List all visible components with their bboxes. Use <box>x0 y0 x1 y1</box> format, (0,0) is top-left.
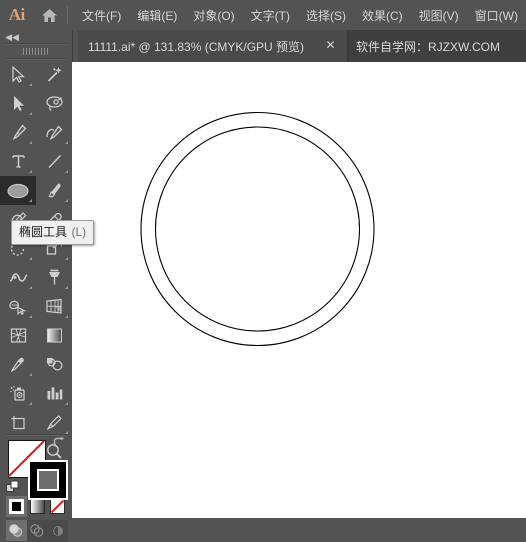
stroke-swatch-inner <box>37 469 59 491</box>
eyedropper-tool[interactable] <box>0 350 36 379</box>
fill-stroke-controls <box>0 434 72 500</box>
flyout-arrow-icon <box>29 83 32 86</box>
flyout-arrow-icon <box>65 286 68 289</box>
ellipse-tool[interactable] <box>0 176 36 205</box>
selection-tool[interactable] <box>0 60 36 89</box>
draw-mode-buttons <box>6 520 68 542</box>
free-transform-tool[interactable] <box>36 263 72 292</box>
lasso-tool[interactable] <box>36 89 72 118</box>
draw-mode-behind[interactable] <box>27 520 48 541</box>
flyout-arrow-icon <box>29 373 32 376</box>
gradient-tool[interactable] <box>36 321 72 350</box>
tool-list <box>0 60 72 466</box>
swap-fill-stroke-icon[interactable] <box>52 436 66 450</box>
paintbrush-tool[interactable] <box>36 176 72 205</box>
flyout-arrow-icon <box>29 286 32 289</box>
tool-panel-drag-handle[interactable] <box>0 44 72 58</box>
column-graph-tool[interactable] <box>36 379 72 408</box>
flyout-arrow-icon <box>29 141 32 144</box>
tool-panel: ◀◀ 椭圆工具 (L) <box>0 30 95 542</box>
width-tool[interactable] <box>0 263 36 292</box>
menu-type[interactable]: 文字(T) <box>243 3 298 28</box>
pen-tool[interactable] <box>0 118 36 147</box>
home-icon[interactable] <box>34 0 66 30</box>
outer-circle <box>140 111 375 347</box>
menu-object[interactable]: 对象(O) <box>185 3 242 28</box>
menu-divider <box>67 6 69 24</box>
direct-selection-tool[interactable] <box>0 89 36 118</box>
stroke-swatch[interactable] <box>28 460 68 500</box>
curvature-tool[interactable] <box>36 118 72 147</box>
tool-tooltip: 椭圆工具 (L) <box>11 220 95 245</box>
draw-mode-normal[interactable] <box>6 520 27 541</box>
flyout-arrow-icon <box>29 315 32 318</box>
close-icon[interactable]: ✕ <box>324 39 337 52</box>
artboard-tool[interactable] <box>0 408 36 437</box>
artboard-canvas[interactable] <box>72 62 526 518</box>
menu-select[interactable]: 选择(S) <box>298 3 354 28</box>
menu-window[interactable]: 窗口(W) <box>467 3 526 28</box>
document-tab-title: 11111.ai* @ 131.83% (CMYK/GPU 预览) <box>88 39 305 54</box>
flyout-arrow-icon <box>29 199 32 202</box>
flyout-arrow-icon <box>29 257 32 260</box>
illustrator-window: Ai 文件(F) 编辑(E) 对象(O) 文字(T) 选择(S) 效果(C) 视… <box>0 0 526 542</box>
tool-panel-header: ◀◀ <box>0 30 72 44</box>
artwork-layer <box>140 111 375 347</box>
document-tab[interactable]: 11111.ai* @ 131.83% (CMYK/GPU 预览) ✕ <box>78 30 348 62</box>
blend-tool[interactable] <box>36 350 72 379</box>
flyout-arrow-icon <box>65 199 68 202</box>
tooltip-label: 椭圆工具 <box>19 225 68 239</box>
menu-bar: Ai 文件(F) 编辑(E) 对象(O) 文字(T) 选择(S) 效果(C) 视… <box>0 0 526 30</box>
menu-item-list: 文件(F) 编辑(E) 对象(O) 文字(T) 选择(S) 效果(C) 视图(V… <box>74 3 526 28</box>
none-color-icon <box>50 499 66 514</box>
flyout-arrow-icon <box>65 257 68 260</box>
flyout-arrow-icon <box>29 402 32 405</box>
shape-builder-tool[interactable] <box>0 292 36 321</box>
slice-tool[interactable] <box>36 408 72 437</box>
default-fill-stroke-icon[interactable] <box>6 480 20 494</box>
menu-edit[interactable]: 编辑(E) <box>129 3 185 28</box>
solid-color-icon <box>8 499 24 514</box>
app-logo: Ai <box>8 5 25 24</box>
flyout-arrow-icon <box>29 170 32 173</box>
flyout-arrow-icon <box>65 315 68 318</box>
menu-file[interactable]: 文件(F) <box>74 3 129 28</box>
mesh-tool[interactable] <box>0 321 36 350</box>
flyout-arrow-icon <box>65 402 68 405</box>
collapse-panel-icon[interactable]: ◀◀ <box>5 31 19 43</box>
flyout-arrow-icon <box>65 141 68 144</box>
menu-view[interactable]: 视图(V) <box>411 3 467 28</box>
draw-mode-inside[interactable] <box>47 520 68 541</box>
perspective-grid-tool[interactable] <box>36 292 72 321</box>
tooltip-shortcut: (L) <box>71 225 87 239</box>
flyout-arrow-icon <box>29 112 32 115</box>
symbol-sprayer-tool[interactable] <box>0 379 36 408</box>
flyout-arrow-icon <box>65 170 68 173</box>
color-mode-solid[interactable] <box>6 496 27 517</box>
gradient-color-icon <box>29 499 45 514</box>
line-segment-tool[interactable] <box>36 147 72 176</box>
menu-effect[interactable]: 效果(C) <box>354 3 411 28</box>
type-tool[interactable] <box>0 147 36 176</box>
watermark-text: 软件自学网：RJZXW.COM <box>356 39 500 54</box>
document-tab-bar: 11111.ai* @ 131.83% (CMYK/GPU 预览) ✕ 软件自学… <box>0 30 526 62</box>
magic-wand-tool[interactable] <box>36 60 72 89</box>
inner-circle <box>154 126 361 332</box>
